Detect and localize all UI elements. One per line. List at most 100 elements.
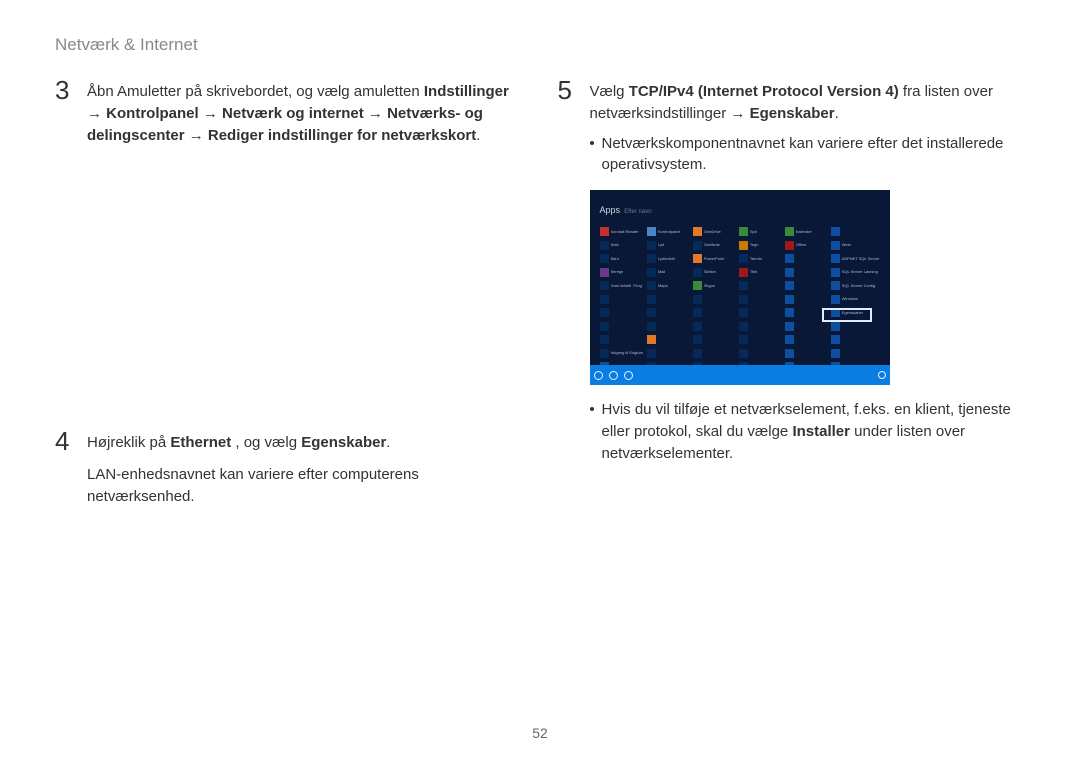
app-tile-label: Maps bbox=[658, 283, 668, 289]
app-tile-icon bbox=[785, 254, 794, 263]
app-tile-label: Skype bbox=[704, 283, 715, 289]
app-tile-label: Tegn bbox=[750, 242, 759, 248]
highlight-box bbox=[822, 308, 872, 322]
app-tile-label: Windows bbox=[842, 296, 858, 302]
info-icon bbox=[878, 371, 886, 379]
arrow: → bbox=[199, 105, 222, 122]
step-3: 3 Åbn Amuletter på skrivebordet, og vælg… bbox=[55, 77, 523, 152]
app-tile: Tegn bbox=[739, 239, 781, 251]
app-tile-icon bbox=[600, 349, 609, 358]
app-tile bbox=[831, 347, 880, 359]
app-tile-icon bbox=[785, 295, 794, 304]
app-tile-label: Beregn bbox=[611, 269, 624, 275]
app-tile-icon bbox=[785, 241, 794, 250]
app-tile: Spil bbox=[739, 226, 781, 238]
app-tile-icon bbox=[647, 254, 656, 263]
apps-title: Apps bbox=[600, 205, 621, 215]
text: Højreklik på bbox=[87, 434, 170, 451]
app-tile-icon bbox=[739, 281, 748, 290]
app-tile-label: Spil bbox=[750, 229, 757, 235]
app-tile-icon bbox=[647, 308, 656, 317]
step-number: 4 bbox=[55, 428, 75, 454]
app-tile-label: OneDrive bbox=[704, 229, 721, 235]
app-tile: Kalender bbox=[785, 226, 827, 238]
app-tile-icon bbox=[785, 227, 794, 236]
app-tile: Skype bbox=[693, 280, 735, 292]
app-tile-icon bbox=[785, 281, 794, 290]
app-tile-icon bbox=[831, 281, 840, 290]
app-tile-icon bbox=[739, 254, 748, 263]
app-tile bbox=[785, 293, 827, 305]
step-4: 4 Højreklik på Ethernet , og vælg Egensk… bbox=[55, 428, 523, 513]
app-tile: Titel bbox=[739, 266, 781, 278]
app-tile-label: Lydindstil bbox=[658, 256, 675, 262]
bold-text: Kontrolpanel bbox=[106, 105, 199, 122]
bold-text: TCP/IPv4 (Internet Protocol Version 4) bbox=[629, 83, 899, 100]
app-tile-icon bbox=[600, 227, 609, 236]
app-tile: SQL Server Config bbox=[831, 280, 880, 292]
app-tile-icon bbox=[831, 295, 840, 304]
app-tile-label: Mail bbox=[658, 269, 665, 275]
app-tile: Maps bbox=[647, 280, 689, 292]
text: . bbox=[476, 127, 480, 144]
bold-text: Rediger indstillinger for netværkskort bbox=[208, 127, 476, 144]
app-tile bbox=[647, 334, 689, 346]
step-text: Vælg TCP/IPv4 (Internet Protocol Version… bbox=[590, 81, 1026, 125]
app-tile bbox=[831, 334, 880, 346]
app-tile-icon bbox=[831, 227, 840, 236]
app-tile bbox=[693, 307, 735, 319]
step-body: Højreklik på Ethernet , og vælg Egenskab… bbox=[87, 428, 523, 513]
app-tile-label: Barn bbox=[611, 256, 619, 262]
app-tile-icon bbox=[739, 322, 748, 331]
app-tile bbox=[785, 347, 827, 359]
app-tile-icon bbox=[693, 254, 702, 263]
app-tile: Weer bbox=[831, 239, 880, 251]
app-tile: OneNote bbox=[693, 239, 735, 251]
app-tile-icon bbox=[785, 268, 794, 277]
step-text: Højreklik på Ethernet , og vælg Egenskab… bbox=[87, 432, 523, 454]
text: . bbox=[386, 434, 390, 451]
app-tile bbox=[647, 307, 689, 319]
power-icon bbox=[594, 371, 603, 380]
app-tile: Windows bbox=[831, 293, 880, 305]
app-tile-icon bbox=[600, 268, 609, 277]
app-tile bbox=[647, 347, 689, 359]
bold-text: Installer bbox=[792, 423, 850, 440]
app-tile-icon bbox=[647, 241, 656, 250]
app-tile-label: Skitser bbox=[704, 269, 716, 275]
app-tile-icon bbox=[647, 335, 656, 344]
step-number: 3 bbox=[55, 77, 75, 103]
app-tile: Office bbox=[785, 239, 827, 251]
app-tile-icon bbox=[693, 227, 702, 236]
app-tile bbox=[785, 334, 827, 346]
app-tile: OneDrive bbox=[693, 226, 735, 238]
app-tile bbox=[693, 293, 735, 305]
app-tile-icon bbox=[693, 349, 702, 358]
app-tile bbox=[831, 226, 880, 238]
app-tile bbox=[739, 280, 781, 292]
text: . bbox=[835, 105, 839, 122]
app-tile bbox=[693, 347, 735, 359]
app-tile-icon bbox=[600, 281, 609, 290]
app-tile-icon bbox=[831, 349, 840, 358]
app-tile: Beregn bbox=[600, 266, 643, 278]
apps-taskbar bbox=[590, 365, 890, 385]
app-tile: Adgang til Edgium bbox=[600, 347, 643, 359]
bold-text: Egenskaber bbox=[301, 434, 386, 451]
app-tile-label: SQL Server Løsning bbox=[842, 269, 878, 275]
app-tile bbox=[739, 307, 781, 319]
apps-screenshot: Apps Efter navn Acrobat ReaderKontrolpan… bbox=[590, 190, 890, 385]
text: Vælg bbox=[590, 83, 629, 100]
app-tile-label: Kalender bbox=[796, 229, 812, 235]
app-tile bbox=[785, 307, 827, 319]
app-tile bbox=[647, 293, 689, 305]
app-tile-icon bbox=[647, 295, 656, 304]
app-tile-icon bbox=[785, 335, 794, 344]
app-tile-label: SQL Server Config bbox=[842, 283, 875, 289]
app-tile: PowerPoint bbox=[693, 253, 735, 265]
app-tile: Termin bbox=[739, 253, 781, 265]
app-tile bbox=[785, 253, 827, 265]
app-tile: Kontrolpanel bbox=[647, 226, 689, 238]
app-tile bbox=[647, 320, 689, 332]
app-tile-icon bbox=[739, 295, 748, 304]
